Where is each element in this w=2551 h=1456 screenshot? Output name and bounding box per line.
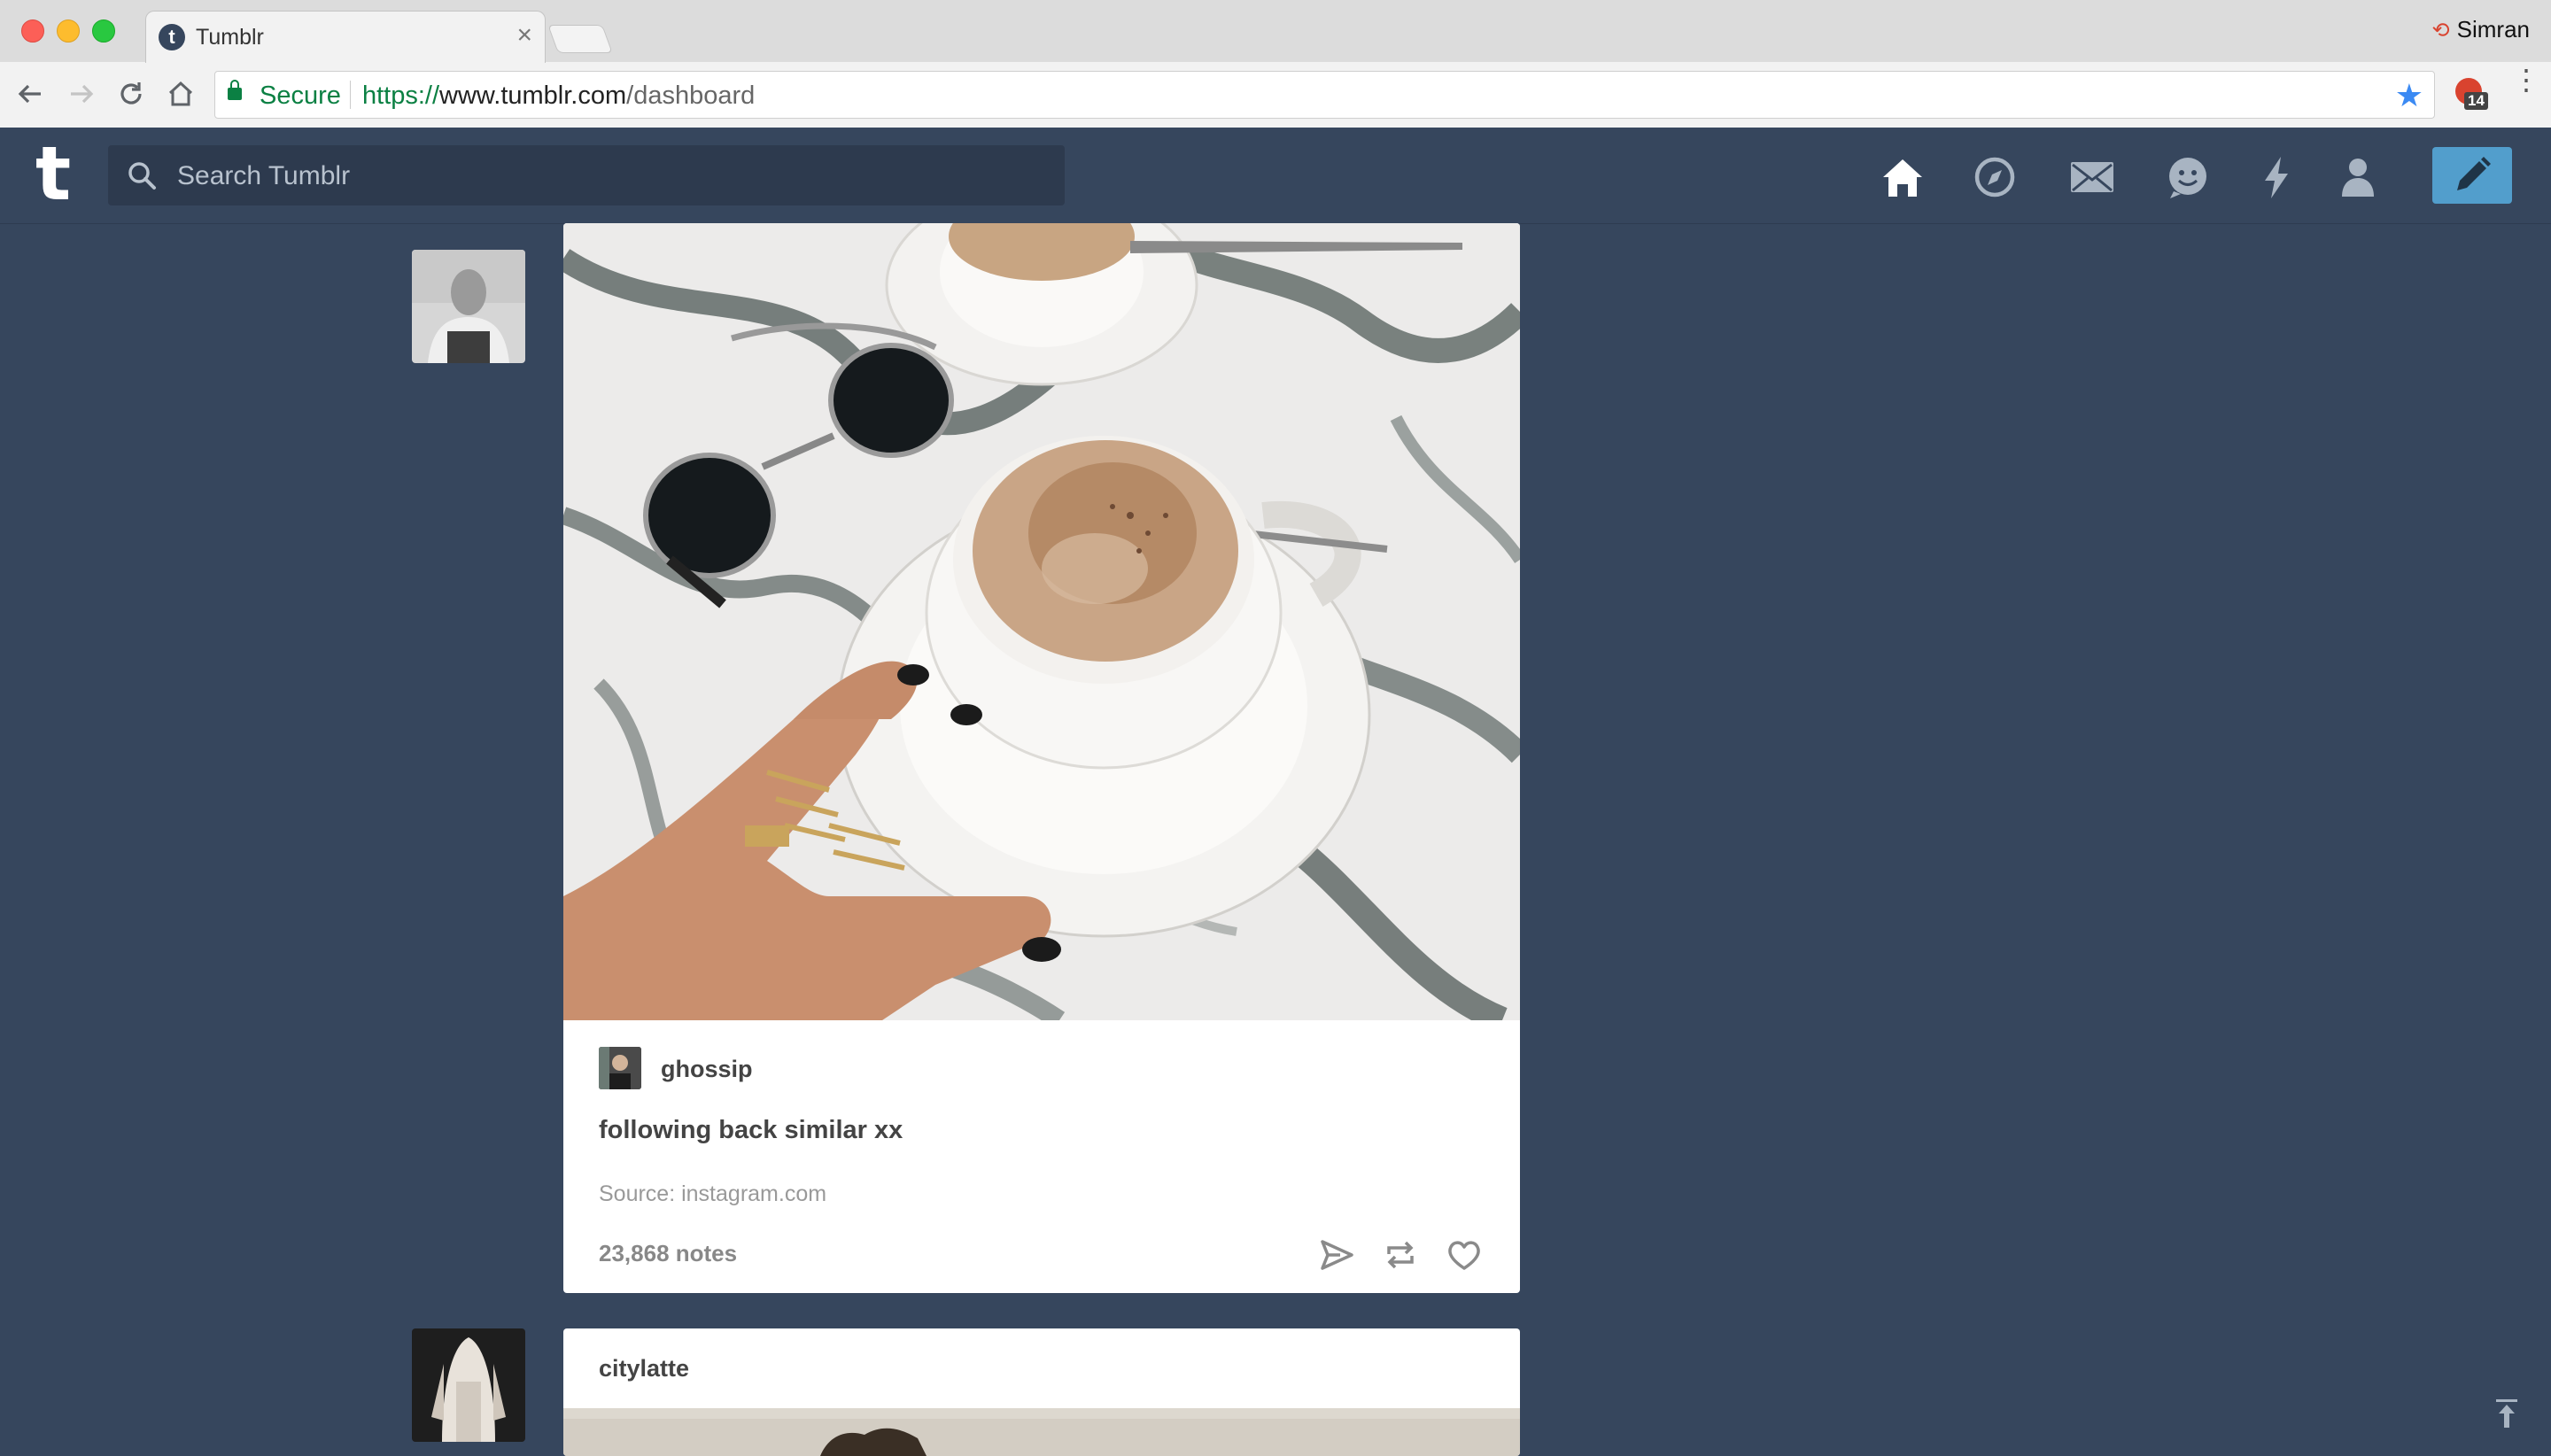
like-icon[interactable] [1446, 1236, 1483, 1274]
scroll-to-top-icon[interactable] [2496, 1396, 2517, 1431]
browser-toolbar: Secure https://www.tumblr.com/dashboard … [0, 62, 2551, 128]
post-author-avatar[interactable] [412, 1328, 525, 1442]
messaging-icon[interactable] [2165, 154, 2211, 200]
tab-close-icon[interactable]: × [516, 20, 532, 50]
forward-button[interactable] [64, 76, 99, 112]
new-tab-button[interactable] [547, 25, 613, 53]
post-notes-count[interactable]: 23,868 notes [599, 1240, 737, 1267]
photo-post: ghossip following back similar xx Source… [563, 223, 1520, 1293]
home-icon[interactable] [1880, 154, 1926, 200]
reblog-icon[interactable] [1382, 1236, 1419, 1274]
browser-tab-tumblr[interactable]: t Tumblr × [145, 11, 546, 63]
tab-strip: t Tumblr × ⟲ Simran [0, 0, 2551, 63]
bookmark-star-icon[interactable]: ★ [2395, 77, 2423, 114]
search-box[interactable] [108, 145, 1065, 207]
tab-title: Tumblr [196, 25, 264, 50]
search-icon [128, 162, 156, 190]
url-scheme: https:// [362, 81, 440, 110]
post-photo[interactable] [563, 1408, 1520, 1456]
photo-post: citylatte [563, 1328, 1520, 1456]
browser-home-icon [168, 81, 193, 106]
sync-icon: ⟲ [2431, 19, 2450, 43]
activity-icon[interactable] [2253, 154, 2299, 200]
window-maximize-button[interactable] [92, 19, 115, 43]
tumblr-favicon-icon: t [159, 24, 185, 50]
forward-arrow-icon [71, 84, 94, 104]
post-blog-name[interactable]: citylatte [599, 1355, 689, 1382]
tumblr-header: t [0, 128, 2551, 224]
secure-label: Secure [260, 81, 341, 110]
tumblr-logo[interactable]: t [35, 136, 71, 211]
url-path: /dashboard [626, 81, 756, 110]
post-footer: ghossip following back similar xx Source… [563, 1020, 1520, 1293]
browser-menu-icon[interactable]: ⋮ [2512, 66, 2540, 94]
browser-chrome: t Tumblr × ⟲ Simran Secure https://www.tu… [0, 0, 2551, 128]
share-icon[interactable] [1318, 1236, 1355, 1274]
url-text: https://www.tumblr.com/dashboard [362, 81, 755, 111]
reblog-source-avatar[interactable] [599, 1047, 641, 1089]
extension-button[interactable]: 14 [2455, 78, 2488, 110]
pencil-icon [2457, 157, 2491, 190]
post-header: citylatte [563, 1328, 1520, 1408]
extension-badge: 14 [2464, 92, 2488, 110]
search-input[interactable] [175, 145, 1047, 207]
omnibox-divider [350, 81, 351, 109]
compose-button[interactable] [2432, 147, 2512, 204]
profile-name: Simran [2456, 16, 2530, 43]
home-button[interactable] [163, 76, 198, 112]
account-icon[interactable] [2335, 154, 2381, 200]
lock-icon [228, 80, 242, 100]
explore-icon[interactable] [1972, 154, 2018, 200]
reload-icon [120, 82, 142, 105]
reload-button[interactable] [113, 76, 149, 112]
back-button[interactable] [12, 76, 48, 112]
post-source[interactable]: Source: instagram.com [599, 1181, 826, 1207]
url-host: www.tumblr.com [439, 81, 627, 110]
window-minimize-button[interactable] [57, 19, 80, 43]
post-caption: following back similar xx [599, 1116, 903, 1144]
post-photo[interactable] [563, 223, 1520, 1020]
window-close-button[interactable] [21, 19, 44, 43]
post-author-avatar[interactable] [412, 250, 525, 363]
address-bar[interactable]: Secure https://www.tumblr.com/dashboard … [214, 71, 2435, 119]
back-arrow-icon [18, 84, 41, 104]
post-blog-name[interactable]: ghossip [661, 1056, 753, 1083]
profile-button[interactable]: ⟲ Simran [2432, 16, 2530, 43]
inbox-icon[interactable] [2069, 154, 2115, 200]
